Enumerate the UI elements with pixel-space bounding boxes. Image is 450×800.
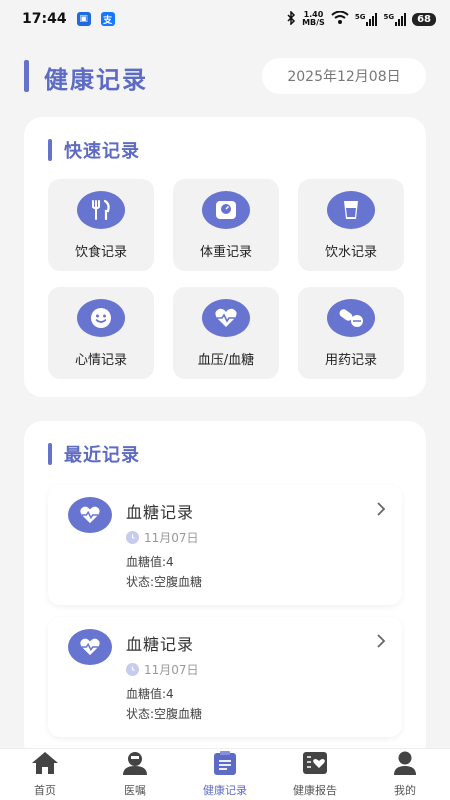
status-time: 17:44 [22,11,67,27]
nav-item-home[interactable]: 首页 [0,749,90,800]
tile-label: 饮食记录 [74,244,127,260]
nav-item-health-report[interactable]: 健康报告 [270,749,360,800]
doctor-icon [121,751,149,779]
report-icon [301,751,329,779]
section-title: 最近记录 [64,445,140,466]
quick-record-grid: 饮食记录 体重记录 饮水记录 心情记录 血压/血糖 用药记录 [48,179,404,379]
heart-pulse-icon [202,298,250,337]
quick-diet-record[interactable]: 饮食记录 [48,179,154,271]
app-notification-icon: ▣ [76,12,91,26]
bluetooth-icon [286,9,296,28]
pill-icon [327,298,375,337]
smile-icon [77,298,125,337]
tile-label: 饮水记录 [324,244,377,260]
record-title: 血糖记录 [126,503,195,522]
record-state: 状态:空腹血糖 [126,707,203,721]
record-value: 血糖值:4 [126,687,174,701]
user-icon [391,751,419,779]
clock-icon [126,663,139,676]
tile-label: 心情记录 [74,352,127,368]
record-state: 状态:空腹血糖 [126,575,203,589]
record-date-row: 11月07日 [126,529,199,546]
page-title: 健康记录 [44,66,148,94]
record-title: 血糖记录 [126,635,195,654]
status-bar: 17:44 ▣ 支 1.40 MB/S 5G 5G 68 [0,0,450,38]
network-speed: 1.40 MB/S [302,10,325,27]
nav-label: 健康报告 [293,784,337,797]
scale-icon [202,190,250,229]
quick-water-record[interactable]: 饮水记录 [298,179,404,271]
recent-record-card: 最近记录 血糖记录 11月07日 血糖值:4 状态:空腹血糖 血糖记录 11月0… [24,421,426,761]
record-item[interactable]: 血糖记录 11月07日 血糖值:4 状态:空腹血糖 [48,617,402,737]
clock-icon [126,531,139,544]
nav-label: 医嘱 [124,784,146,797]
quick-weight-record[interactable]: 体重记录 [173,179,279,271]
page-header: 健康记录 2025年12月08日 [0,58,450,94]
record-date: 11月07日 [144,531,199,545]
section-title: 快速记录 [64,141,140,162]
date-selector[interactable]: 2025年12月08日 [262,58,426,94]
record-date: 11月07日 [144,663,199,677]
chevron-right-icon[interactable] [376,633,386,653]
nav-label: 我的 [394,784,416,797]
wifi-icon [331,10,349,27]
record-item[interactable]: 血糖记录 11月07日 血糖值:4 状态:空腹血糖 [48,485,402,605]
heart-pulse-icon [68,629,112,665]
water-cup-icon [327,190,375,229]
quick-mood-record[interactable]: 心情记录 [48,287,154,379]
nav-item-doctor-orders[interactable]: 医嘱 [90,749,180,800]
recent-record-header: 最近记录 [48,443,140,466]
tile-label: 血压/血糖 [197,352,255,368]
heart-pulse-icon [68,497,112,533]
clipboard-icon [212,751,238,779]
section-accent-bar [48,139,52,161]
utensils-icon [77,190,125,229]
tile-label: 体重记录 [199,244,252,260]
quick-bp-glucose-record[interactable]: 血压/血糖 [173,287,279,379]
nav-item-health-record[interactable]: 健康记录 [180,749,270,800]
section-accent-bar [48,443,52,465]
signal-icon-1: 5G [355,12,378,26]
battery-indicator: 68 [412,12,436,26]
chevron-right-icon[interactable] [376,501,386,521]
record-date-row: 11月07日 [126,661,199,678]
nav-label: 健康记录 [203,784,247,797]
title-accent-bar [24,60,29,92]
quick-medication-record[interactable]: 用药记录 [298,287,404,379]
nav-label: 首页 [34,784,56,797]
home-icon [31,751,59,779]
quick-record-header: 快速记录 [48,139,140,162]
alipay-notification-icon: 支 [100,12,115,26]
quick-record-card: 快速记录 饮食记录 体重记录 饮水记录 心情记录 血压/血糖 用药记录 [24,117,426,397]
signal-icon-2: 5G [383,12,407,26]
bottom-nav: 首页 医嘱 健康记录 健康报告 我的 [0,748,450,800]
nav-item-mine[interactable]: 我的 [360,749,450,800]
tile-label: 用药记录 [324,352,377,368]
record-value: 血糖值:4 [126,555,174,569]
